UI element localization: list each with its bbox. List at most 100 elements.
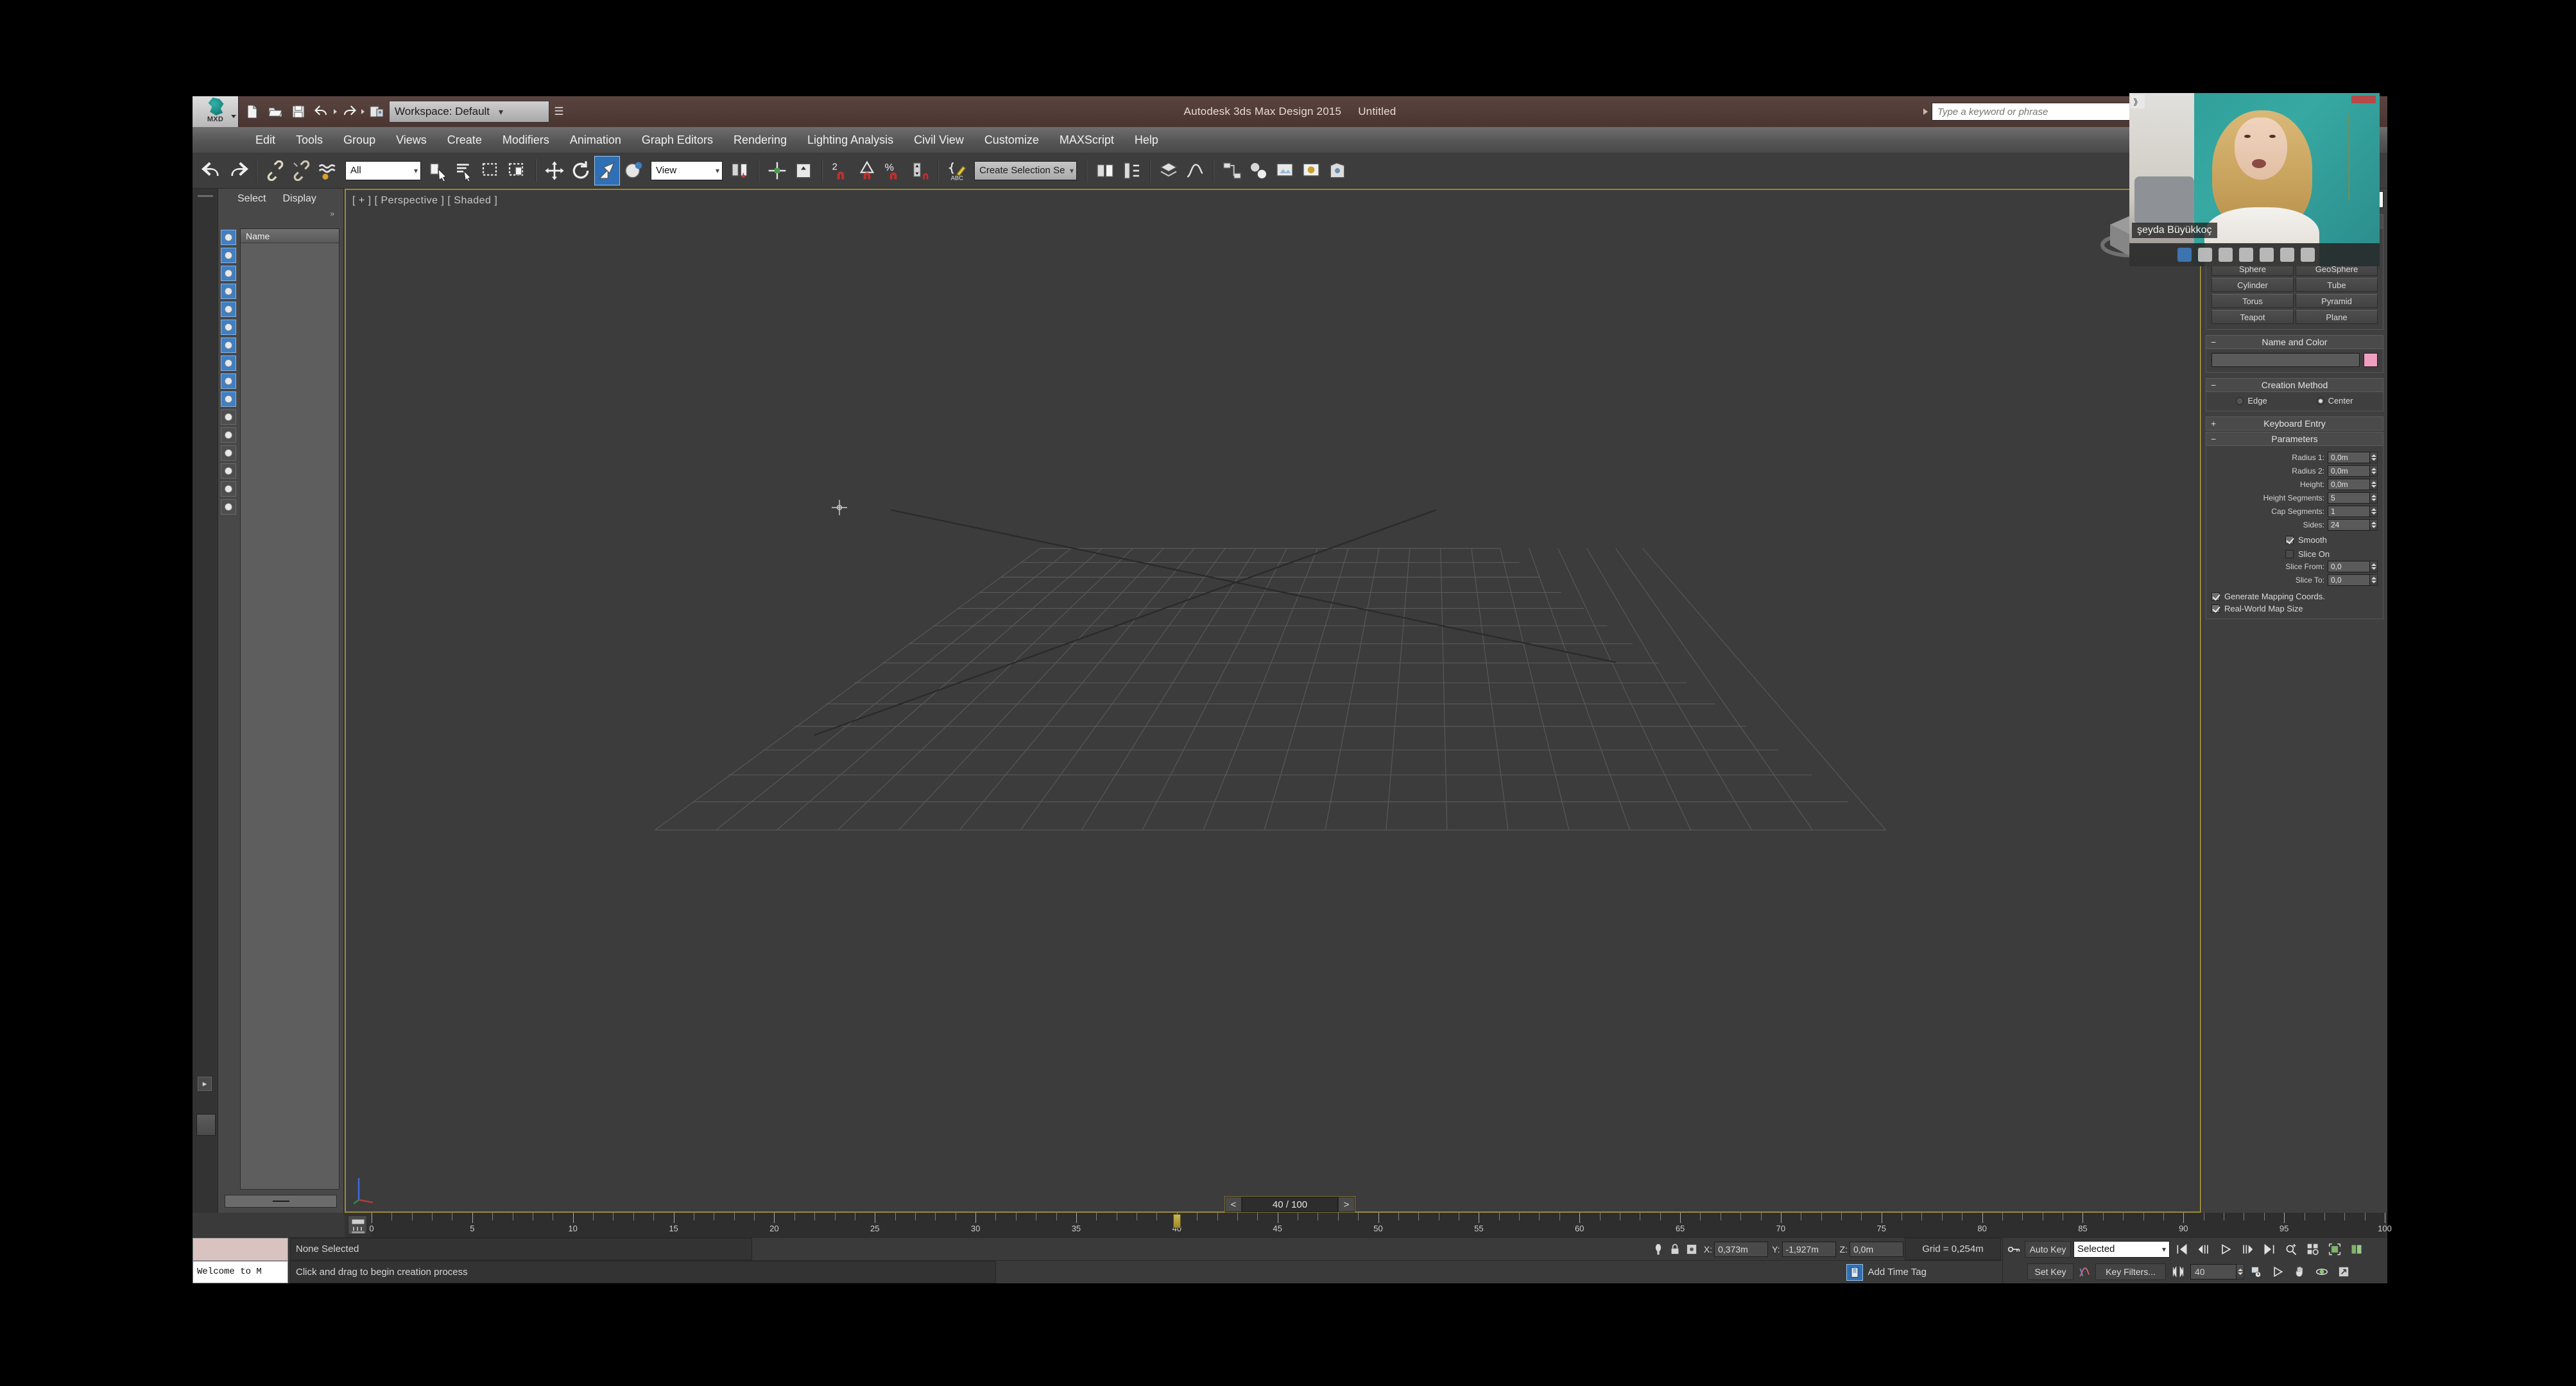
render-setup-icon[interactable]: [1272, 156, 1298, 185]
container-filter-icon[interactable]: [221, 391, 236, 407]
primitive-button-teapot[interactable]: Teapot: [2211, 310, 2294, 324]
zoom-all-icon[interactable]: [2303, 1241, 2323, 1258]
menu-item-maxscript[interactable]: MAXScript: [1049, 127, 1124, 153]
named-selection-sets-combo[interactable]: Create Selection Se ▾: [974, 160, 1077, 180]
lights-filter-icon[interactable]: [221, 266, 236, 281]
real-world-map-row[interactable]: Real-World Map Size: [2211, 604, 2378, 613]
webcam-collapse-icon[interactable]: 》: [2131, 94, 2145, 108]
infocenter-expand-icon[interactable]: [1923, 108, 1928, 115]
render-production-icon[interactable]: [1325, 156, 1350, 185]
key-mode-combo[interactable]: Selected ▾: [2074, 1240, 2170, 1258]
redo-view-button[interactable]: [225, 156, 251, 185]
next-frame-button[interactable]: >: [1338, 1197, 1355, 1212]
param-slice-to-arrows[interactable]: [2370, 574, 2378, 586]
creation-method-edge[interactable]: Edge: [2236, 396, 2267, 406]
creation-method-center[interactable]: Center: [2316, 396, 2353, 406]
current-frame-display[interactable]: 40 / 100: [1242, 1197, 1338, 1212]
undo-view-button[interactable]: [199, 156, 225, 185]
layer-explorer-icon[interactable]: [1156, 156, 1181, 185]
percent-snap-toggle-icon[interactable]: %: [880, 156, 906, 185]
timeline-ruler[interactable]: 0 5 10 15 20 25 30 35 40 45 50 55 60 65 70 75 80 85 90 95 10…: [369, 1213, 2392, 1237]
key-mode-toggle-button[interactable]: [2168, 1263, 2188, 1280]
param-slice-from-field[interactable]: 0,0: [2328, 561, 2370, 572]
set-key-button[interactable]: Set Key: [2027, 1263, 2074, 1281]
add-time-tag-label[interactable]: Add Time Tag: [1863, 1261, 1932, 1283]
menu-item-civil-view[interactable]: Civil View: [904, 127, 974, 153]
listener-output-pane[interactable]: [193, 1238, 288, 1261]
select-and-link-icon[interactable]: [262, 156, 288, 185]
app-logo-button[interactable]: MXD: [193, 96, 239, 127]
generate-mapping-row[interactable]: Generate Mapping Coords.: [2211, 592, 2378, 601]
pin-icon[interactable]: [221, 445, 236, 461]
pan-view-play-icon[interactable]: [2269, 1263, 2288, 1280]
rendered-frame-window-icon[interactable]: [1298, 156, 1324, 185]
expand-dock-button[interactable]: ▸: [198, 1077, 212, 1091]
scene-explorer-list[interactable]: Name: [240, 228, 339, 1190]
menu-item-tools[interactable]: Tools: [286, 127, 333, 153]
param-height-segments-field[interactable]: 5: [2328, 492, 2370, 504]
scene-explorer-resize-handle[interactable]: [225, 1195, 337, 1208]
param-height-spinner[interactable]: 0,0m: [2328, 479, 2378, 490]
param-slice-from-arrows[interactable]: [2370, 561, 2378, 572]
absolute-relative-mode-icon[interactable]: [1683, 1241, 1700, 1258]
unlink-selection-icon[interactable]: [289, 156, 314, 185]
coord-value-field[interactable]: 0,0m: [1850, 1241, 1903, 1257]
zoom-extents-all-icon[interactable]: [2347, 1241, 2366, 1258]
param-height-segments-arrows[interactable]: [2370, 492, 2378, 504]
primitive-button-torus[interactable]: Torus: [2211, 294, 2294, 308]
shapes-filter-icon[interactable]: [221, 248, 236, 263]
play-animation-button[interactable]: [2216, 1241, 2235, 1258]
search-input[interactable]: [1937, 106, 2151, 117]
slice-on-row[interactable]: Slice On: [2211, 549, 2378, 559]
hide-icon[interactable]: [221, 427, 236, 443]
scene-explorer-menu-display[interactable]: Display: [282, 193, 316, 205]
listener-input-pane[interactable]: Welcome to M: [193, 1260, 288, 1283]
primitive-button-plane[interactable]: Plane: [2296, 310, 2378, 324]
bind-to-spacewarp-icon[interactable]: [315, 156, 341, 185]
param-radius-2-arrows[interactable]: [2370, 465, 2378, 477]
lock-icon[interactable]: [221, 499, 236, 515]
current-frame-field[interactable]: 40: [2190, 1264, 2237, 1280]
bones-filter-icon[interactable]: [221, 373, 236, 389]
param-sides-field[interactable]: 24: [2328, 519, 2370, 531]
spinner-snap-toggle-icon[interactable]: [907, 156, 932, 185]
select-by-name-icon[interactable]: [452, 156, 477, 185]
scene-explorer-menu-select[interactable]: Select: [237, 193, 266, 205]
menu-item-views[interactable]: Views: [386, 127, 437, 153]
go-to-start-button[interactable]: [2172, 1241, 2192, 1258]
param-radius-1-arrows[interactable]: [2370, 452, 2378, 463]
redo-button[interactable]: [338, 99, 360, 124]
menu-item-create[interactable]: Create: [437, 127, 492, 153]
helpers-filter-icon[interactable]: [221, 284, 236, 299]
go-to-end-button[interactable]: [2260, 1241, 2279, 1258]
coord-value-field[interactable]: 0,373m: [1714, 1241, 1769, 1257]
param-cap-segments-field[interactable]: 1: [2328, 506, 2370, 517]
schematic-view-icon[interactable]: [1219, 156, 1245, 185]
material-editor-icon[interactable]: [1246, 156, 1271, 185]
primitive-button-pyramid[interactable]: Pyramid: [2296, 294, 2378, 308]
zoom-extents-icon[interactable]: [2281, 1241, 2301, 1258]
smooth-row[interactable]: Smooth: [2211, 535, 2378, 545]
param-height-field[interactable]: 0,0m: [2328, 479, 2370, 490]
dock-color-swatch[interactable]: [196, 1114, 216, 1136]
param-cap-segments-arrows[interactable]: [2370, 506, 2378, 517]
use-pivot-point-center-icon[interactable]: [727, 156, 753, 185]
undo-dropdown-arrow[interactable]: [334, 109, 337, 114]
window-crossing-toggle-icon[interactable]: [504, 156, 530, 185]
param-radius-1-field[interactable]: 0,0m: [2328, 452, 2370, 463]
param-radius-2-field[interactable]: 0,0m: [2328, 465, 2370, 477]
keyboard-entry-header[interactable]: + Keyboard Entry: [2206, 416, 2383, 431]
smooth-checkbox[interactable]: [2285, 536, 2294, 544]
isolate-selection-icon[interactable]: [1650, 1241, 1667, 1258]
menu-item-group[interactable]: Group: [333, 127, 386, 153]
next-frame-button[interactable]: [2238, 1241, 2257, 1258]
open-file-button[interactable]: [264, 99, 286, 124]
select-and-place-icon[interactable]: [621, 156, 646, 185]
time-slider-handle[interactable]: [1172, 1214, 1181, 1228]
key-filters-button[interactable]: Key Filters...: [2095, 1263, 2166, 1281]
maximize-viewport-icon[interactable]: [2334, 1263, 2353, 1280]
curve-editor-icon[interactable]: [1182, 156, 1208, 185]
named-selection-sets-icon[interactable]: ABC: [944, 156, 970, 185]
center-radio[interactable]: [2316, 397, 2324, 405]
menu-item-lighting-analysis[interactable]: Lighting Analysis: [797, 127, 904, 153]
